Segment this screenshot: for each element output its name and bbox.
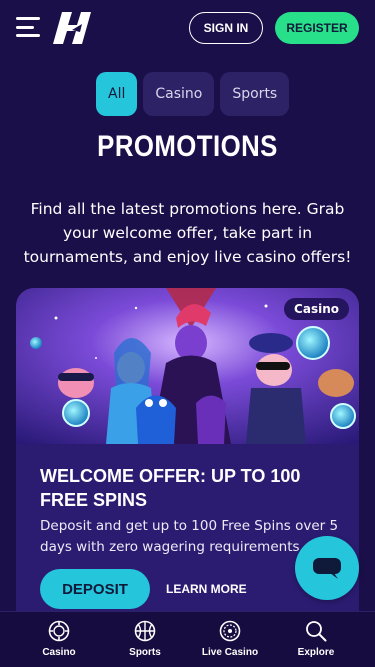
nav-casino[interactable]: Casino	[24, 620, 94, 664]
page-title: PROMOTIONS	[97, 130, 278, 163]
promotion-filters: All Casino Sports	[96, 72, 290, 116]
filter-casino[interactable]: Casino	[143, 72, 215, 116]
deposit-button[interactable]: DEPOSIT	[40, 569, 150, 609]
learn-more-link[interactable]: LEARN MORE	[166, 569, 247, 609]
nav-label-explore: Explore	[297, 647, 335, 658]
sign-in-button[interactable]: SIGN IN	[189, 12, 263, 44]
category-badge: Casino	[284, 298, 349, 320]
brand-logo[interactable]	[52, 10, 96, 46]
search-icon	[306, 621, 327, 642]
casino-chip-icon	[48, 620, 70, 642]
page-intro: Find all the latest promotions here. Gra…	[23, 200, 352, 266]
chat-icon	[313, 558, 341, 579]
menu-icon[interactable]	[16, 17, 40, 37]
bottom-navigation: Casino Sports Live Casino Explore	[0, 611, 375, 667]
promo-title: WELCOME OFFER: UP TO 100 FREE SPINS	[40, 466, 301, 510]
nav-sports[interactable]: Sports	[110, 620, 180, 664]
filter-sports[interactable]: Sports	[220, 72, 290, 116]
promo-description: Deposit and get up to 100 Free Spins ove…	[40, 518, 339, 555]
filter-all[interactable]: All	[96, 72, 138, 116]
roulette-icon	[219, 620, 241, 642]
nav-label-casino: Casino	[42, 647, 76, 658]
nav-explore[interactable]: Explore	[281, 620, 351, 664]
basketball-icon	[134, 620, 156, 642]
register-button[interactable]: REGISTER	[275, 12, 359, 44]
chat-button[interactable]	[295, 536, 359, 600]
nav-label-live-casino: Live Casino	[201, 647, 259, 658]
top-header: SIGN IN REGISTER	[0, 0, 375, 56]
nav-live-casino[interactable]: Live Casino	[195, 620, 265, 664]
nav-label-sports: Sports	[129, 647, 161, 658]
